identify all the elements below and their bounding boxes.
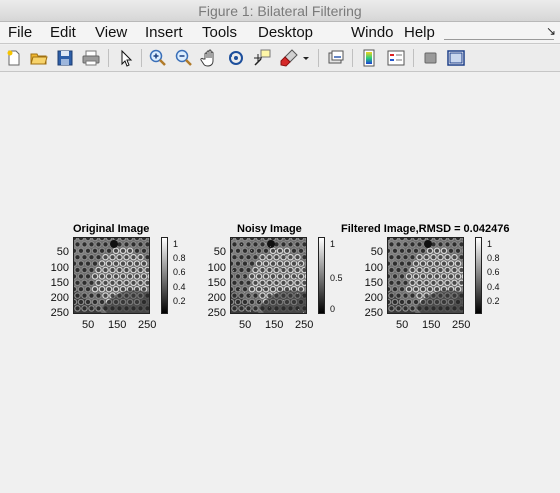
y-tick-label: 100 <box>364 262 383 274</box>
open-file-icon[interactable] <box>29 48 49 68</box>
show-plot-tools-icon[interactable] <box>446 48 466 68</box>
pan-hand-icon[interactable] <box>200 48 220 68</box>
plot-title: Original Image <box>73 223 150 235</box>
x-tick-label: 150 <box>422 319 441 331</box>
y-tick-label: 100 <box>207 262 226 274</box>
menu-desktop[interactable]: Desktop <box>258 22 313 44</box>
pointer-icon[interactable] <box>116 48 136 68</box>
zoom-in-icon[interactable] <box>148 48 168 68</box>
colorbar-tick-label: 0.6 <box>173 267 186 277</box>
colorbar-tick-label: 0.2 <box>487 296 500 306</box>
save-icon[interactable] <box>55 48 75 68</box>
menu-overflow-icon[interactable]: ↘ <box>546 24 556 38</box>
y-tick-label: 50 <box>213 246 226 258</box>
y-tick-label: 50 <box>56 246 69 258</box>
menu-help[interactable]: Help <box>404 22 435 44</box>
x-tick-label: 50 <box>239 319 252 331</box>
x-tick-label: 150 <box>108 319 127 331</box>
data-cursor-icon[interactable] <box>252 48 272 68</box>
x-tick-label: 50 <box>82 319 95 331</box>
colorbar-tick-label: 1 <box>173 239 179 249</box>
hide-plot-tools-icon[interactable] <box>421 48 441 68</box>
colorbar-tick-label: 1 <box>330 239 336 249</box>
toolbar-separator <box>141 49 142 67</box>
brush-dropdown-icon[interactable] <box>300 48 312 68</box>
print-icon[interactable] <box>81 48 101 68</box>
window-title: Figure 1: Bilateral Filtering <box>198 3 362 19</box>
x-tick-label: 150 <box>265 319 284 331</box>
colorbar <box>475 237 482 314</box>
x-tick-label: 50 <box>396 319 409 331</box>
toolbar-separator <box>352 49 353 67</box>
y-tick-label: 200 <box>364 292 383 304</box>
plot-title: Noisy Image <box>237 223 302 235</box>
image-axes[interactable] <box>387 237 464 314</box>
menu-separator <box>444 26 554 40</box>
colorbar-tick-label: 0.2 <box>173 296 186 306</box>
y-tick-label: 50 <box>370 246 383 258</box>
menu-window[interactable]: Windo <box>351 22 394 44</box>
menu-insert[interactable]: Insert <box>145 22 183 44</box>
colorbar-tick-label: 0.8 <box>487 253 500 263</box>
y-tick-label: 200 <box>207 292 226 304</box>
y-tick-label: 250 <box>50 307 69 319</box>
figure-toolbar <box>0 45 560 72</box>
colorbar-icon[interactable] <box>360 48 380 68</box>
colorbar <box>318 237 325 314</box>
toolbar-separator <box>413 49 414 67</box>
plot-title: Filtered Image,RMSD = 0.042476 <box>341 223 510 235</box>
y-tick-label: 250 <box>207 307 226 319</box>
colorbar <box>161 237 168 314</box>
y-tick-label: 100 <box>50 262 69 274</box>
x-tick-label: 250 <box>452 319 471 331</box>
menu-file[interactable]: File <box>8 22 32 44</box>
window-title-bar: Figure 1: Bilateral Filtering <box>0 0 560 22</box>
colorbar-tick-label: 0.4 <box>487 282 500 292</box>
toolbar-separator <box>108 49 109 67</box>
honeycomb-image <box>74 238 149 313</box>
image-axes[interactable] <box>73 237 150 314</box>
y-tick-label: 150 <box>207 277 226 289</box>
colorbar-tick-label: 0 <box>330 304 336 314</box>
zoom-out-icon[interactable] <box>174 48 194 68</box>
menu-view[interactable]: View <box>95 22 127 44</box>
rotate-3d-icon[interactable] <box>226 48 246 68</box>
link-plot-icon[interactable] <box>326 48 346 68</box>
colorbar-tick-label: 0.5 <box>330 273 343 283</box>
colorbar-tick-label: 0.8 <box>173 253 186 263</box>
honeycomb-image <box>231 238 306 313</box>
honeycomb-image <box>388 238 463 313</box>
brush-icon[interactable] <box>279 48 299 68</box>
y-tick-label: 150 <box>50 277 69 289</box>
menu-tools[interactable]: Tools <box>202 22 237 44</box>
y-tick-label: 150 <box>364 277 383 289</box>
y-tick-label: 250 <box>364 307 383 319</box>
new-figure-icon[interactable] <box>4 48 24 68</box>
colorbar-tick-label: 0.4 <box>173 282 186 292</box>
menu-edit[interactable]: Edit <box>50 22 76 44</box>
x-tick-label: 250 <box>295 319 314 331</box>
legend-icon[interactable] <box>386 48 406 68</box>
image-axes[interactable] <box>230 237 307 314</box>
x-tick-label: 250 <box>138 319 157 331</box>
y-tick-label: 200 <box>50 292 69 304</box>
colorbar-tick-label: 0.6 <box>487 267 500 277</box>
menu-bar: File Edit View Insert Tools Desktop Wind… <box>0 22 560 44</box>
toolbar-separator <box>318 49 319 67</box>
colorbar-tick-label: 1 <box>487 239 493 249</box>
